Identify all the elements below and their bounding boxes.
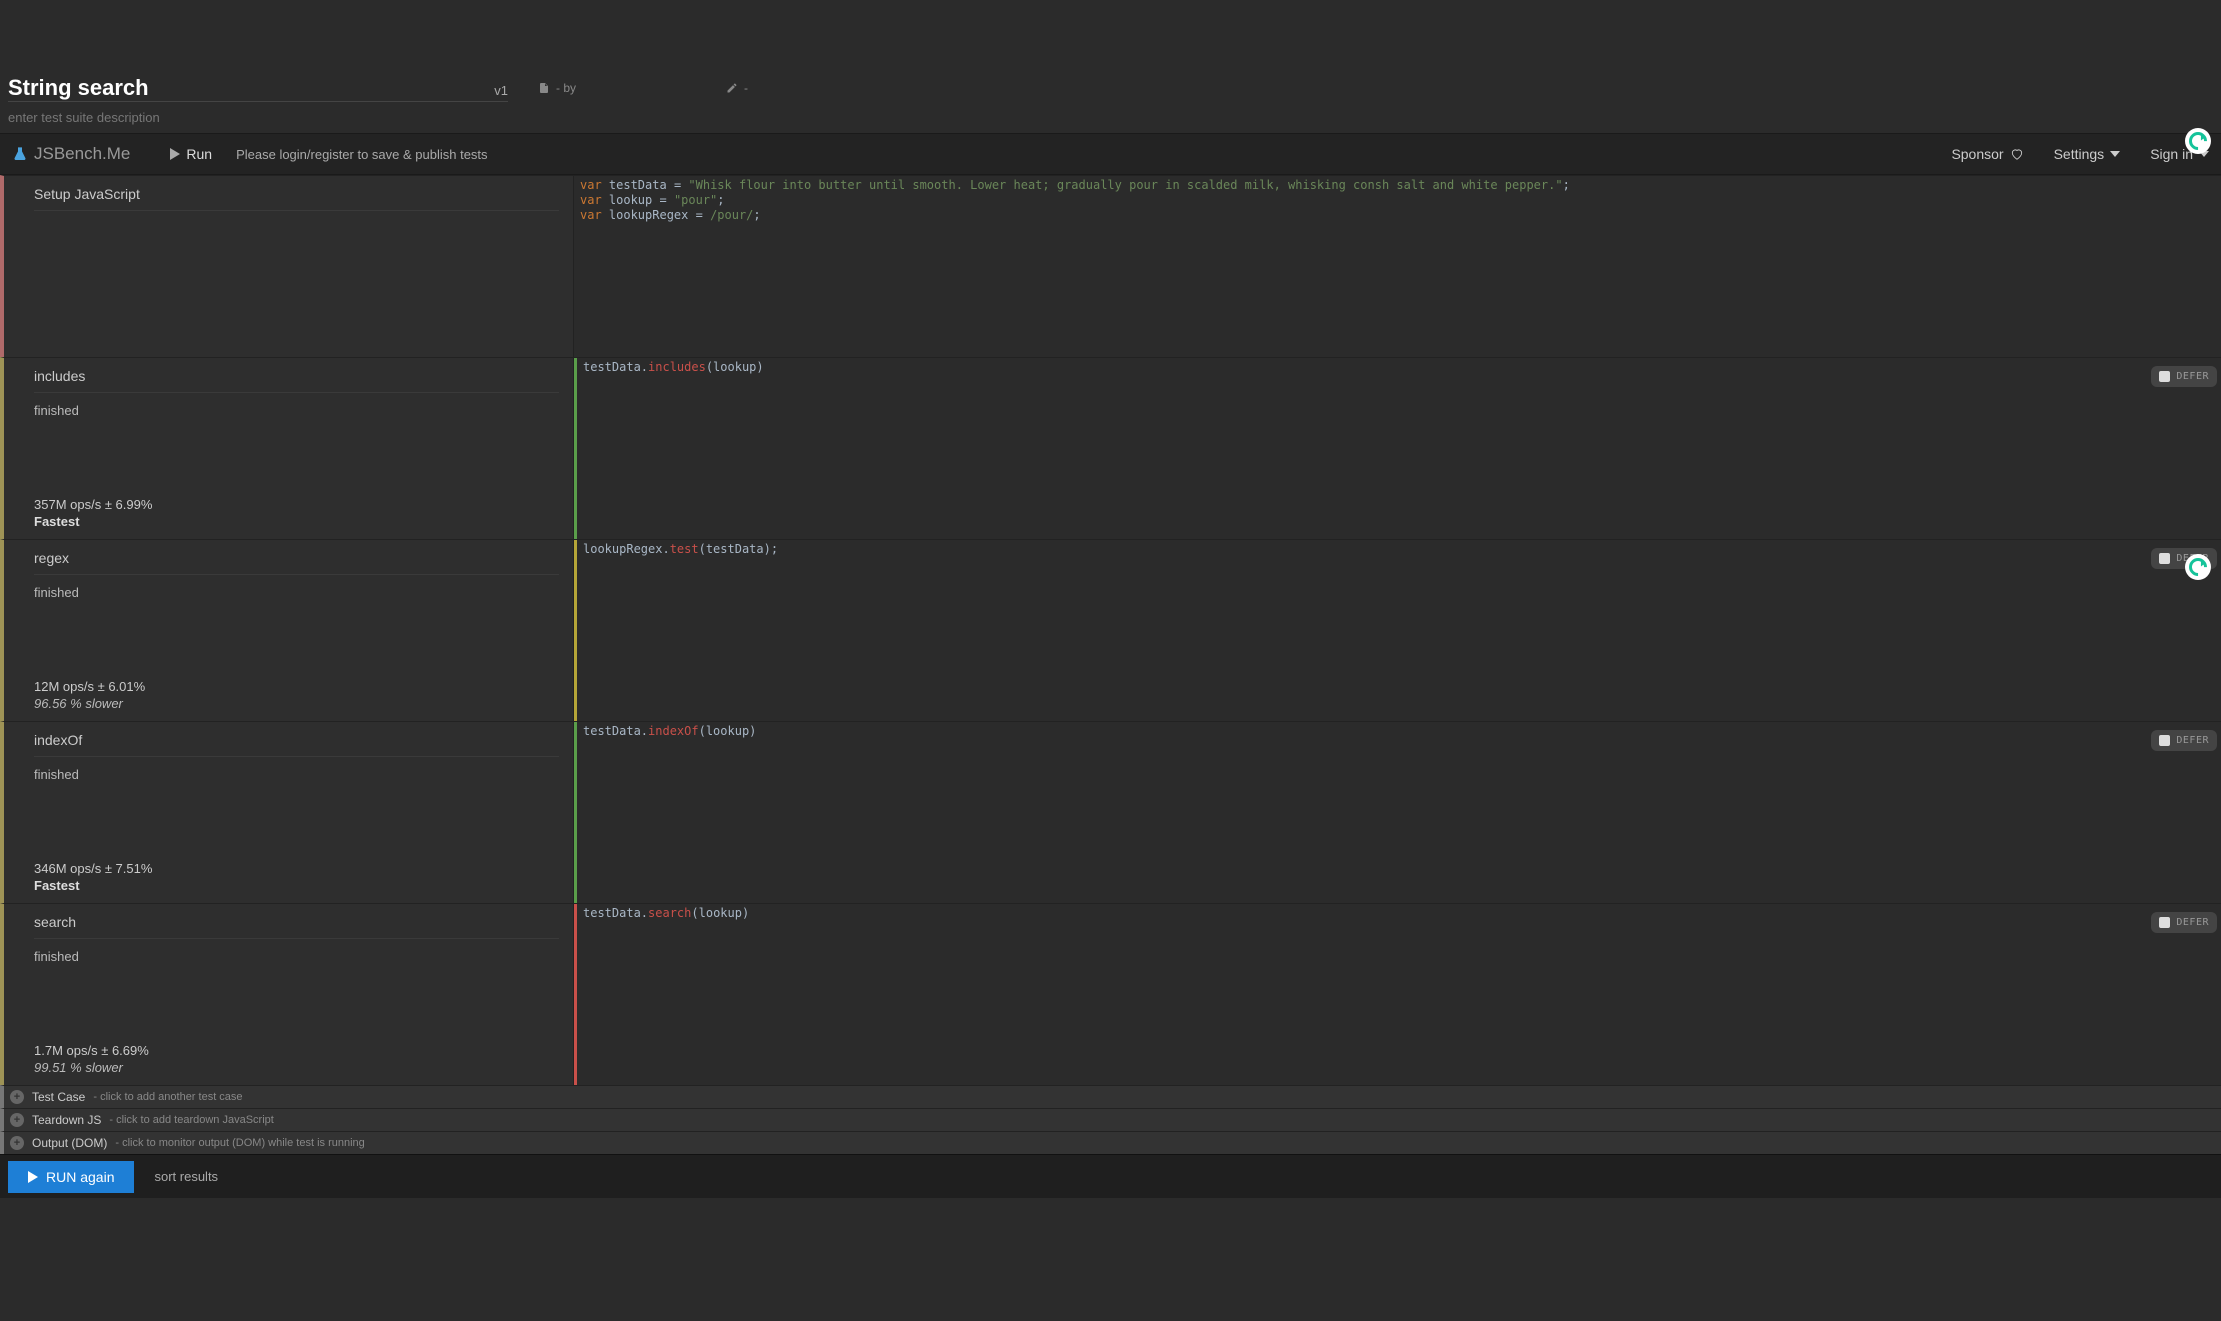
- defer-label: DEFER: [2176, 369, 2209, 384]
- test-result: 99.51 % slower: [34, 1060, 559, 1075]
- suite-description-input[interactable]: [8, 110, 608, 125]
- file-icon: [538, 82, 550, 94]
- section-hint: - click to add teardown JavaScript: [109, 1114, 273, 1126]
- defer-toggle[interactable]: DEFER: [2151, 730, 2217, 751]
- setup-title: Setup JavaScript: [34, 186, 559, 211]
- test-ops: 357M ops/s ± 6.99%: [34, 497, 559, 512]
- test-name[interactable]: regex: [34, 550, 559, 575]
- logo[interactable]: JSBench.Me: [12, 144, 130, 164]
- run-again-button[interactable]: RUN again: [8, 1161, 134, 1193]
- version-label: v1: [494, 83, 508, 98]
- setup-block: Setup JavaScript var testData = "Whisk f…: [0, 175, 2221, 357]
- defer-label: DEFER: [2176, 915, 2209, 930]
- title-row: v1 - by -: [0, 70, 2221, 106]
- heart-icon: [2010, 147, 2024, 161]
- setup-code-editor[interactable]: var testData = "Whisk flour into butter …: [574, 176, 2221, 357]
- plus-icon: +: [10, 1136, 24, 1150]
- test-status: finished: [34, 767, 559, 782]
- test-status: finished: [34, 403, 559, 418]
- run-button[interactable]: Run: [170, 146, 212, 162]
- test-code-editor[interactable]: lookupRegex.test(testData); DEFER: [574, 540, 2221, 721]
- chevron-down-icon: [2110, 151, 2120, 157]
- play-icon: [28, 1171, 38, 1183]
- test-status: finished: [34, 949, 559, 964]
- defer-checkbox[interactable]: [2159, 371, 2170, 382]
- test-code-editor[interactable]: testData.search(lookup) DEFER: [574, 904, 2221, 1085]
- defer-checkbox[interactable]: [2159, 917, 2170, 928]
- main-toolbar: JSBench.Me Run Please login/register to …: [0, 133, 2221, 175]
- login-message: Please login/register to save & publish …: [236, 147, 487, 162]
- test-result: Fastest: [34, 514, 559, 529]
- sort-results-link[interactable]: sort results: [154, 1169, 218, 1184]
- plus-icon: +: [10, 1090, 24, 1104]
- test-result: 96.56 % slower: [34, 696, 559, 711]
- test-ops: 346M ops/s ± 7.51%: [34, 861, 559, 876]
- pencil-icon: [726, 82, 738, 94]
- test-case-block: regex finished 12M ops/s ± 6.01% 96.56 %…: [0, 539, 2221, 721]
- test-case-block: includes finished 357M ops/s ± 6.99% Fas…: [0, 357, 2221, 539]
- flask-icon: [12, 146, 28, 162]
- test-code-editor[interactable]: testData.indexOf(lookup) DEFER: [574, 722, 2221, 903]
- test-name[interactable]: includes: [34, 368, 559, 393]
- plus-icon: +: [10, 1113, 24, 1127]
- bottom-bar: RUN again sort results: [0, 1154, 2221, 1198]
- add-section-row[interactable]: + Test Case - click to add another test …: [0, 1085, 2221, 1108]
- grammarly-badge[interactable]: [2185, 554, 2211, 580]
- test-ops: 12M ops/s ± 6.01%: [34, 679, 559, 694]
- test-result: Fastest: [34, 878, 559, 893]
- section-name: Test Case: [32, 1090, 85, 1104]
- section-hint: - click to monitor output (DOM) while te…: [115, 1137, 364, 1149]
- test-code-editor[interactable]: testData.includes(lookup) DEFER: [574, 358, 2221, 539]
- suite-title-input[interactable]: [8, 75, 486, 101]
- grammarly-badge[interactable]: [2185, 128, 2211, 154]
- meta-author: - by: [538, 81, 576, 95]
- defer-toggle[interactable]: DEFER: [2151, 912, 2217, 933]
- section-hint: - click to add another test case: [93, 1091, 242, 1103]
- defer-label: DEFER: [2176, 733, 2209, 748]
- add-section-row[interactable]: + Teardown JS - click to add teardown Ja…: [0, 1108, 2221, 1131]
- test-name[interactable]: indexOf: [34, 732, 559, 757]
- section-name: Teardown JS: [32, 1113, 101, 1127]
- meta-edit: -: [726, 81, 748, 95]
- test-ops: 1.7M ops/s ± 6.69%: [34, 1043, 559, 1058]
- defer-checkbox[interactable]: [2159, 735, 2170, 746]
- test-case-block: indexOf finished 346M ops/s ± 7.51% Fast…: [0, 721, 2221, 903]
- section-name: Output (DOM): [32, 1136, 107, 1150]
- test-name[interactable]: search: [34, 914, 559, 939]
- test-status: finished: [34, 585, 559, 600]
- settings-dropdown[interactable]: Settings: [2054, 146, 2121, 162]
- test-case-block: search finished 1.7M ops/s ± 6.69% 99.51…: [0, 903, 2221, 1085]
- add-section-row[interactable]: + Output (DOM) - click to monitor output…: [0, 1131, 2221, 1154]
- defer-checkbox[interactable]: [2159, 553, 2170, 564]
- sponsor-link[interactable]: Sponsor: [1951, 146, 2023, 162]
- play-icon: [170, 148, 180, 160]
- defer-toggle[interactable]: DEFER: [2151, 366, 2217, 387]
